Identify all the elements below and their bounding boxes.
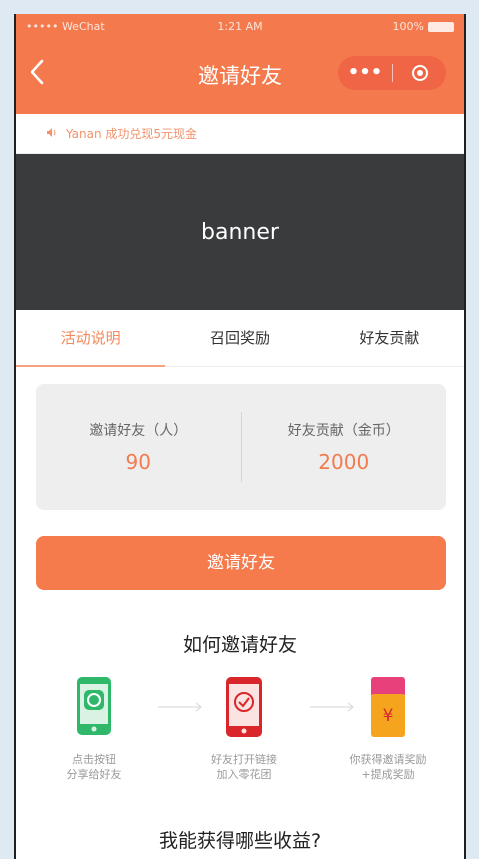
phone-screen: ••••• WeChat 1:21 AM 100% 邀请好友 ••• Yanan… (14, 14, 466, 859)
tab-activity-info[interactable]: 活动说明 (16, 310, 166, 367)
banner-text: banner (201, 219, 279, 245)
earnings-title: 我能获得哪些收益? (158, 830, 322, 852)
tab-friend-contribution[interactable]: 好友贡献 (315, 310, 464, 366)
invite-friends-button[interactable]: 邀请好友 (36, 536, 446, 590)
wechat-phone-icon (77, 677, 111, 735)
banner[interactable]: banner (16, 154, 464, 310)
step-open-link: 好友打开链接 加入零花团 (174, 676, 314, 782)
svg-text:¥: ¥ (383, 706, 394, 726)
tab-bar: 活动说明 召回奖励 好友贡献 (16, 310, 464, 367)
notice-bar: Yanan 成功兑现5元现金 (16, 114, 464, 154)
checked-phone-icon (226, 677, 262, 737)
invite-steps: 点击按钮 分享给好友 好友打开链接 加入零花团 ¥ 你获得邀请奖励 +提成奖励 (16, 676, 464, 786)
battery-indicator: 100% (393, 20, 454, 33)
step-get-reward-line2: +提成奖励 (361, 768, 415, 781)
stats-card: 邀请好友（人） 90 好友贡献（金币） 2000 (36, 384, 446, 510)
notice-text: Yanan 成功兑现5元现金 (66, 127, 198, 141)
target-circle-icon (411, 65, 428, 81)
invited-stat: 邀请好友（人） 90 (36, 420, 241, 474)
step-get-reward: ¥ 你获得邀请奖励 +提成奖励 (318, 676, 458, 782)
contribution-label: 好友贡献（金币） (287, 423, 400, 439)
more-button[interactable]: ••• (338, 56, 392, 90)
speaker-icon (46, 127, 58, 141)
how-to-invite-title: 如何邀请好友 (182, 634, 297, 656)
step-open-link-line2: 加入零花团 (216, 768, 272, 781)
nav-bar: 邀请好友 ••• (16, 38, 464, 114)
step-share: 点击按钮 分享给好友 (24, 676, 164, 782)
invited-label: 邀请好友（人） (89, 423, 188, 439)
status-bar: ••••• WeChat 1:21 AM 100% (16, 14, 464, 38)
contribution-value: 2000 (318, 450, 370, 474)
step-share-line1: 点击按钮 (72, 753, 116, 766)
step-share-line2: 分享给好友 (66, 768, 122, 781)
battery-icon (428, 21, 454, 32)
battery-label: 100% (392, 20, 424, 33)
red-envelope-icon: ¥ (371, 677, 405, 737)
invited-value: 90 (125, 450, 151, 474)
mini-program-capsule: ••• (338, 56, 446, 90)
close-button[interactable] (393, 65, 446, 81)
tab-recall-reward[interactable]: 召回奖励 (165, 310, 314, 366)
step-get-reward-line1: 你获得邀请奖励 (349, 753, 427, 766)
contribution-stat: 好友贡献（金币） 2000 (242, 420, 447, 474)
step-open-link-line1: 好友打开链接 (211, 753, 277, 766)
